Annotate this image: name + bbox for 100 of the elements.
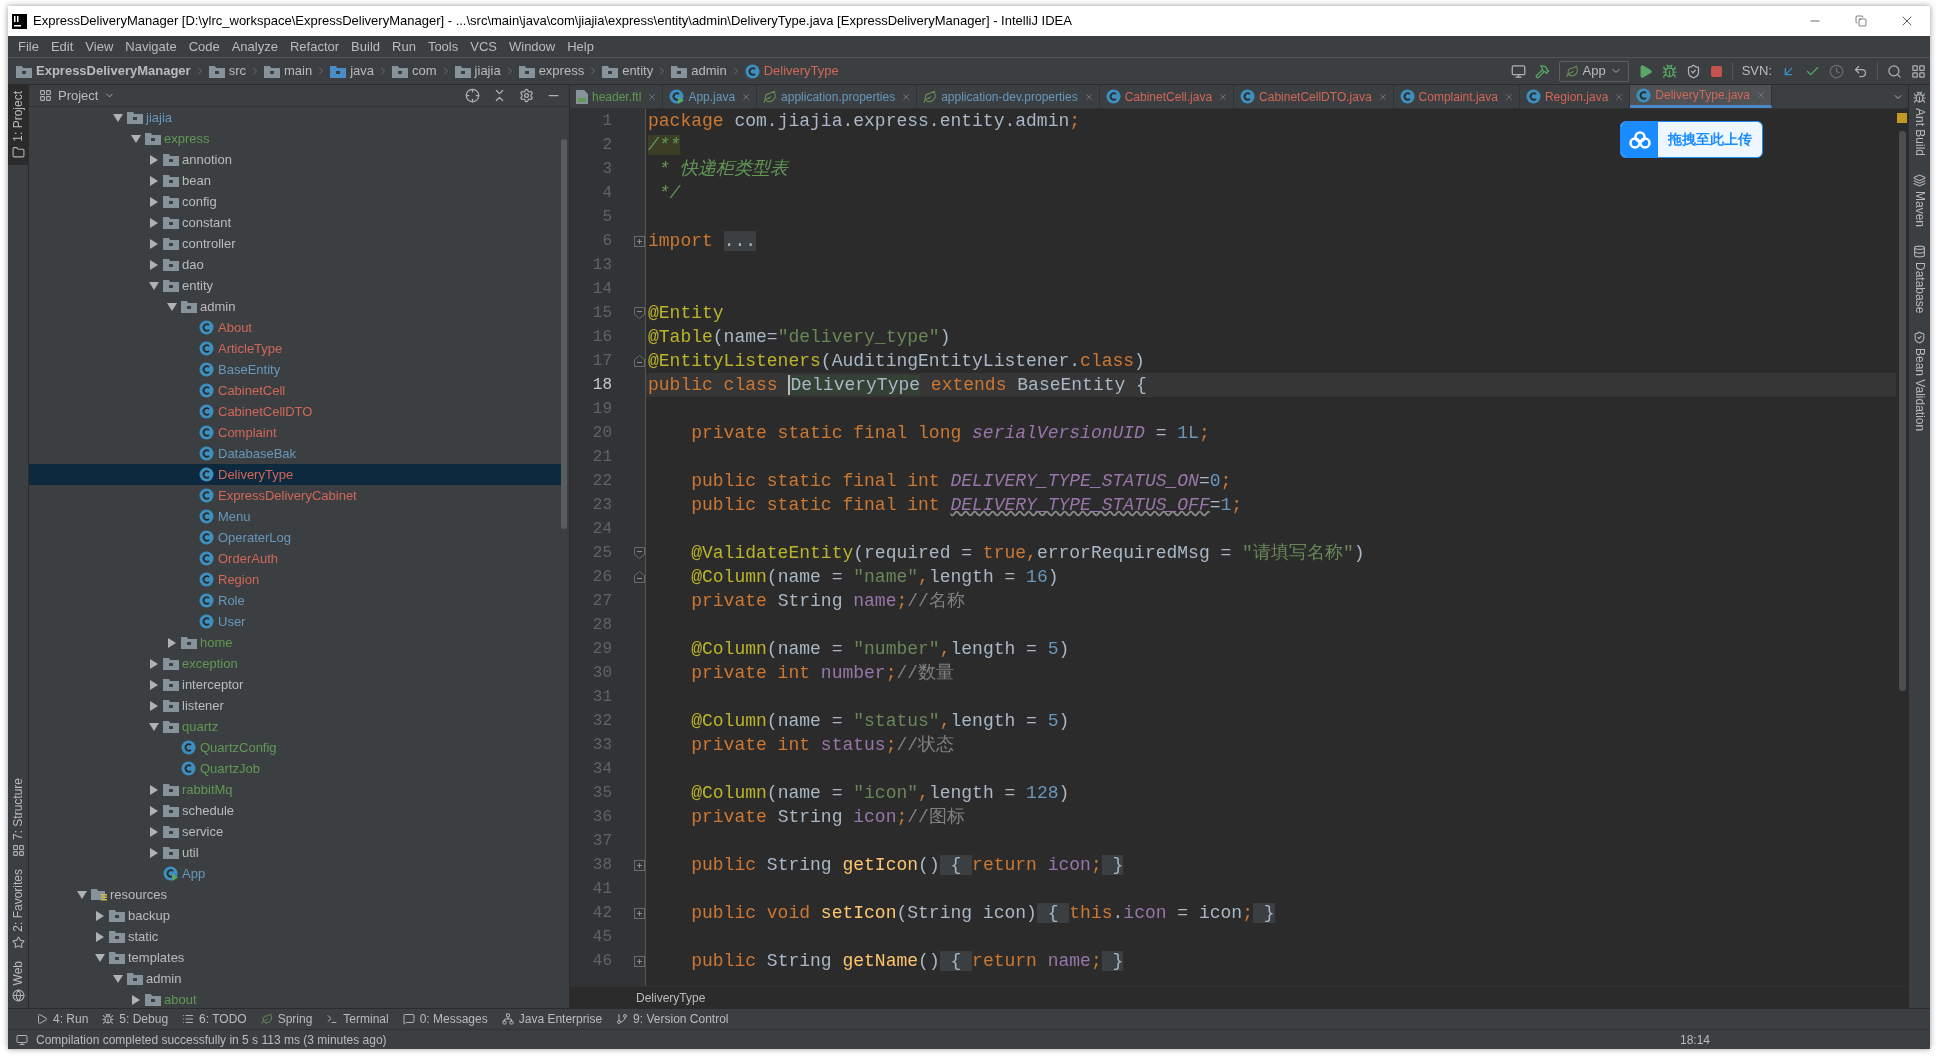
tree-item[interactable]: Role <box>29 590 561 611</box>
menubar-entry[interactable]: View <box>79 36 120 57</box>
tree-item[interactable]: templates <box>29 947 561 968</box>
fold-end-icon[interactable] <box>634 355 645 367</box>
menubar-entry[interactable]: Run <box>386 36 422 57</box>
expanded-caret-icon[interactable] <box>167 301 177 312</box>
fold-start-icon[interactable] <box>634 547 645 559</box>
tree-item[interactable]: bean <box>29 170 561 191</box>
tree-item-label[interactable]: interceptor <box>182 677 244 692</box>
tree-item[interactable]: OrderAuth <box>29 548 561 569</box>
editor-tab[interactable]: header.ftl <box>570 85 664 108</box>
menubar-entry[interactable]: Refactor <box>283 36 346 57</box>
tree-item[interactable]: config <box>29 191 561 212</box>
tree-item-label[interactable]: admin <box>146 971 182 986</box>
tree-item[interactable]: DatabaseBak <box>29 443 561 464</box>
breadcrumb-item[interactable]: entity <box>600 61 656 81</box>
expanded-caret-icon[interactable] <box>113 112 123 123</box>
collapsed-caret-icon[interactable] <box>95 931 105 942</box>
tree-item[interactable]: App <box>29 863 561 884</box>
tree-item[interactable]: listener <box>29 695 561 716</box>
tree-item[interactable]: util <box>29 842 561 863</box>
stop-icon[interactable] <box>1709 64 1723 78</box>
menubar-entry[interactable]: Tools <box>421 36 465 57</box>
tree-item-label[interactable]: OrderAuth <box>218 551 278 566</box>
breadcrumb-item[interactable]: java <box>328 61 377 81</box>
tree-item[interactable]: entity <box>29 275 561 296</box>
expanded-caret-icon[interactable] <box>131 133 141 144</box>
tree-item-label[interactable]: User <box>218 614 246 629</box>
collapsed-caret-icon[interactable] <box>95 910 105 921</box>
tree-item[interactable]: QuartzJob <box>29 758 561 779</box>
menubar-entry[interactable]: File <box>12 36 45 57</box>
tree-item-label[interactable]: CabinetCell <box>218 383 286 398</box>
tool-window-tab[interactable]: 7: Structure <box>8 771 28 863</box>
tree-item-label[interactable]: service <box>182 824 224 839</box>
run-icon[interactable] <box>1637 63 1653 79</box>
tree-item[interactable]: User <box>29 611 561 632</box>
tree-item-label[interactable]: admin <box>200 299 236 314</box>
tree-item[interactable]: annotion <box>29 149 561 170</box>
tree-item-label[interactable]: QuartzConfig <box>200 740 277 755</box>
run-config-dropdown[interactable]: App <box>1558 60 1629 82</box>
menubar-entry[interactable]: Help <box>561 36 600 57</box>
tree-item[interactable]: interceptor <box>29 674 561 695</box>
tree-item-label[interactable]: DatabaseBak <box>218 446 297 461</box>
collapsed-caret-icon[interactable] <box>149 175 159 186</box>
tree-item-label[interactable]: ArticleType <box>218 341 283 356</box>
tree-item-label[interactable]: About <box>218 320 252 335</box>
tool-window-tab[interactable]: Database <box>1910 245 1929 314</box>
tree-item[interactable]: about <box>29 989 561 1008</box>
tree-item-label[interactable]: templates <box>128 950 185 965</box>
collapsed-caret-icon[interactable] <box>149 784 159 795</box>
editor-tab[interactable]: application.properties <box>757 85 918 108</box>
tree-item[interactable]: backup <box>29 905 561 926</box>
tree-item-label[interactable]: listener <box>182 698 224 713</box>
tree-item-label[interactable]: constant <box>182 215 232 230</box>
tree-item[interactable]: schedule <box>29 800 561 821</box>
tree-item[interactable]: jiajia <box>29 107 561 128</box>
tool-window-tab[interactable]: Ant Build <box>1910 91 1929 157</box>
tool-window-tab[interactable]: Bean Validation <box>1910 331 1929 432</box>
tool-window-button[interactable]: 5: Debug <box>102 1010 169 1028</box>
tree-item[interactable]: About <box>29 317 561 338</box>
breadcrumb-item[interactable]: src <box>206 61 248 81</box>
tree-item[interactable]: DeliveryType <box>29 464 561 485</box>
tree-item-label[interactable]: exception <box>182 656 238 671</box>
tool-window-button[interactable]: 9: Version Control <box>616 1010 729 1028</box>
tool-window-button[interactable]: 4: Run <box>36 1010 89 1028</box>
collapsed-caret-icon[interactable] <box>149 658 159 669</box>
tree-item-label[interactable]: resources <box>110 887 168 902</box>
settings-icon[interactable] <box>519 88 534 103</box>
tree-item-label[interactable]: dao <box>182 257 204 272</box>
tree-item[interactable]: quartz <box>29 716 561 737</box>
tree-item[interactable]: controller <box>29 233 561 254</box>
menubar-entry[interactable]: Window <box>502 36 562 57</box>
tree-item[interactable]: ArticleType <box>29 338 561 359</box>
collapsed-caret-icon[interactable] <box>167 637 177 648</box>
breadcrumb-item[interactable]: jiajia <box>452 61 503 81</box>
tree-item[interactable]: Complaint <box>29 422 561 443</box>
fold-plus-icon[interactable] <box>634 907 645 919</box>
menubar-entry[interactable]: Analyze <box>225 36 284 57</box>
collapsed-caret-icon[interactable] <box>149 196 159 207</box>
fold-plus-icon[interactable] <box>634 235 645 247</box>
editor-tab[interactable]: CabinetCell.java <box>1099 85 1235 108</box>
tree-item[interactable]: resources <box>29 884 561 905</box>
tree-item[interactable]: dao <box>29 254 561 275</box>
tree-item-label[interactable]: entity <box>182 278 214 293</box>
tree-item-label[interactable]: home <box>200 635 233 650</box>
tree-item-label[interactable]: backup <box>128 908 170 923</box>
tool-window-tab[interactable]: 1: Project <box>8 85 28 165</box>
collapsed-caret-icon[interactable] <box>149 259 159 270</box>
tree-item[interactable]: BaseEntity <box>29 359 561 380</box>
tree-item[interactable]: admin <box>29 968 561 989</box>
menubar-entry[interactable]: Code <box>182 36 226 57</box>
project-view-dropdown[interactable]: Project <box>39 85 116 106</box>
menubar-entry[interactable]: VCS <box>464 36 503 57</box>
tool-window-tab[interactable]: Web <box>8 954 28 1008</box>
tree-item-label[interactable]: express <box>164 131 210 146</box>
tree-item-label[interactable]: util <box>182 845 199 860</box>
tree-item-label[interactable]: quartz <box>182 719 219 734</box>
fold-start-icon[interactable] <box>634 307 645 319</box>
expanded-caret-icon[interactable] <box>113 973 123 984</box>
tool-window-button[interactable]: Java Enterprise <box>501 1010 603 1028</box>
